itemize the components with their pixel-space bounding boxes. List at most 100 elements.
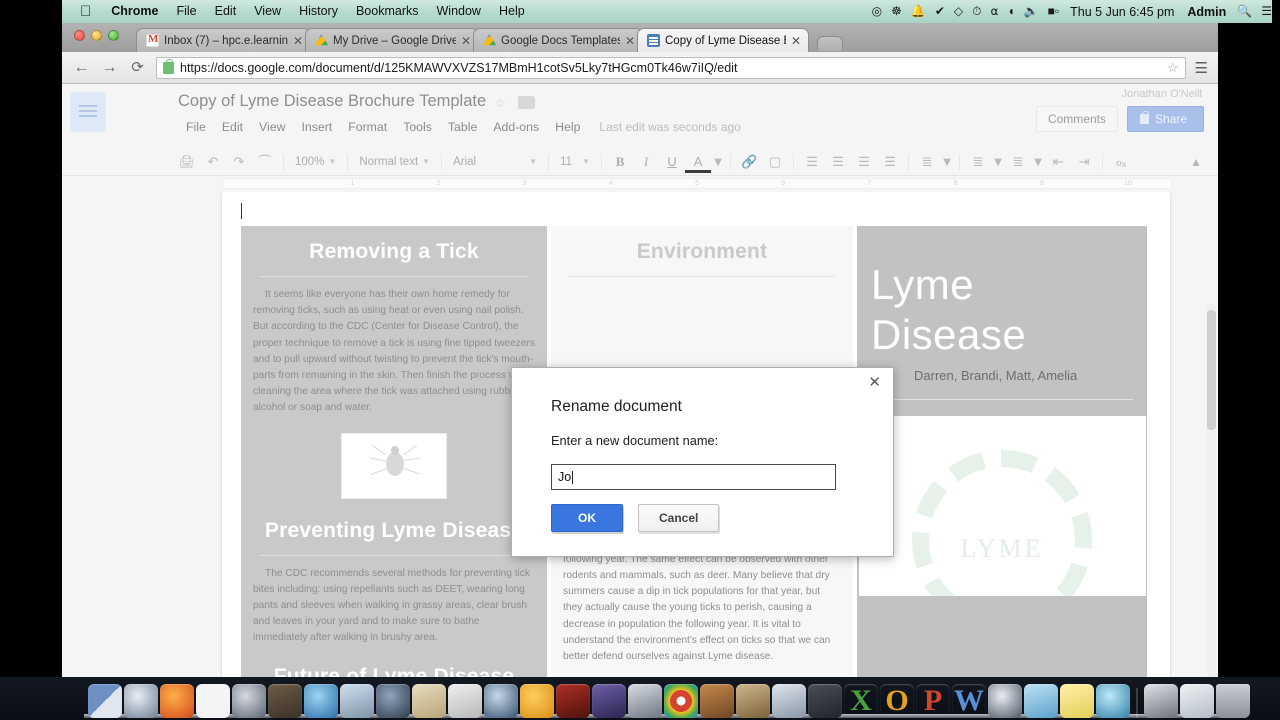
paragraph-style-selector[interactable]: Normal text ▼ xyxy=(353,156,436,168)
share-button[interactable]: Share xyxy=(1126,106,1204,132)
font-selector[interactable]: Arial ▼ xyxy=(447,156,543,168)
star-icon[interactable]: ☆ xyxy=(1167,60,1179,76)
chevron-down-icon[interactable]: ▼ xyxy=(1031,154,1045,169)
imovie-icon[interactable] xyxy=(592,684,626,718)
account-name[interactable]: Jonathan O'Neill xyxy=(1122,88,1202,100)
word-icon[interactable]: W xyxy=(952,684,986,718)
system-preferences-icon[interactable] xyxy=(988,684,1022,718)
close-icon[interactable]: ✕ xyxy=(791,34,801,48)
move-to-folder-icon[interactable] xyxy=(518,96,535,109)
align-left-icon[interactable]: ☰ xyxy=(799,154,825,170)
link-icon[interactable]: 🔗 xyxy=(736,154,762,170)
dvd-player-icon[interactable] xyxy=(232,684,266,718)
notification-center-icon[interactable]: ☰ xyxy=(1261,0,1272,23)
photo-booth-icon[interactable] xyxy=(736,684,770,718)
bulleted-list-icon[interactable]: ≣ xyxy=(1005,154,1031,170)
checkmark-icon[interactable]: ✔ xyxy=(935,0,945,23)
documents-stack-icon[interactable] xyxy=(1180,684,1214,718)
docs-menu-edit[interactable]: Edit xyxy=(214,118,251,136)
new-tab-button[interactable] xyxy=(817,36,843,51)
line-spacing-icon[interactable]: ≣ xyxy=(914,154,940,170)
close-icon[interactable]: ✕ xyxy=(625,34,635,48)
align-justify-icon[interactable]: ☰ xyxy=(877,154,903,170)
ibooks-icon[interactable] xyxy=(520,684,554,718)
cancel-button[interactable]: Cancel xyxy=(638,504,720,532)
maximize-window-button[interactable] xyxy=(108,30,119,41)
clear-formatting-icon[interactable]: ℴₓ xyxy=(1108,154,1134,170)
pages-alt-icon[interactable] xyxy=(808,684,842,718)
vertical-scrollbar-thumb[interactable] xyxy=(1207,310,1216,430)
decrease-indent-icon[interactable]: ⇤ xyxy=(1045,154,1071,170)
dropbox-icon[interactable]: ◇ xyxy=(954,0,963,23)
print-icon[interactable]: 🖨 xyxy=(174,154,200,170)
clock-icon[interactable]: ⏱ xyxy=(972,0,981,23)
menu-help[interactable]: Help xyxy=(490,0,534,23)
dashboard-icon[interactable] xyxy=(196,684,230,718)
docs-logo-icon[interactable] xyxy=(70,92,106,132)
chevron-down-icon[interactable]: ▼ xyxy=(711,154,725,169)
paint-format-icon[interactable]: ⏜ xyxy=(252,154,278,170)
ok-button[interactable]: OK xyxy=(551,504,623,532)
volume-icon[interactable]: 🔈 xyxy=(1024,0,1039,23)
menu-history[interactable]: History xyxy=(290,0,347,23)
reader-icon[interactable] xyxy=(556,684,590,718)
numbered-list-icon[interactable]: ≣ xyxy=(965,154,991,170)
back-icon[interactable]: ← xyxy=(72,59,91,76)
menubar-user[interactable]: Admin xyxy=(1185,5,1228,19)
dictionary-icon[interactable] xyxy=(412,684,446,718)
collapse-toolbar-icon[interactable]: ▲ xyxy=(1190,155,1202,169)
italic-button[interactable]: I xyxy=(633,154,659,170)
add-comment-icon[interactable]: ▢ xyxy=(762,154,788,170)
chrome-icon[interactable] xyxy=(664,684,698,718)
apple-logo-icon[interactable]:  xyxy=(78,0,102,23)
last-edit-status[interactable]: Last edit was seconds ago xyxy=(599,120,740,134)
docs-menu-addons[interactable]: Add-ons xyxy=(485,118,547,136)
docs-menu-table[interactable]: Table xyxy=(440,118,485,136)
timemachine-icon[interactable]: ☸ xyxy=(891,0,902,23)
wifi-icon[interactable]: ◖ xyxy=(1007,0,1014,23)
calculator-icon[interactable] xyxy=(448,684,482,718)
hamburger-menu-icon[interactable]: ☰ xyxy=(1195,59,1208,77)
chevron-down-icon[interactable]: ▼ xyxy=(991,154,1005,169)
zoom-selector[interactable]: 100% ▼ xyxy=(289,156,342,168)
close-window-button[interactable] xyxy=(74,30,85,41)
bell-icon[interactable]: 🔔 xyxy=(911,0,926,23)
search-icon[interactable]: 🔍 xyxy=(1237,0,1252,23)
document-name-input[interactable]: Jo xyxy=(551,464,836,490)
align-center-icon[interactable]: ☰ xyxy=(825,154,851,170)
undo-icon[interactable]: ↶ xyxy=(200,154,226,170)
docs-menu-file[interactable]: File xyxy=(178,118,214,136)
menu-chrome[interactable]: Chrome xyxy=(102,0,167,23)
font-size-selector[interactable]: 11 ▼ xyxy=(554,156,596,168)
scanner-icon[interactable] xyxy=(1144,684,1178,718)
docs-menu-view[interactable]: View xyxy=(251,118,293,136)
firefox-icon[interactable] xyxy=(160,684,194,718)
docs-menu-format[interactable]: Format xyxy=(340,118,395,136)
trash-icon[interactable] xyxy=(1216,684,1250,718)
reload-icon[interactable]: ⟳ xyxy=(128,60,147,75)
docs-ruler[interactable]: 1 2 3 4 5 6 7 8 9 10 xyxy=(62,176,1218,190)
itunes-icon[interactable] xyxy=(376,684,410,718)
contacts-icon[interactable] xyxy=(484,684,518,718)
safari-alt-icon[interactable] xyxy=(304,684,338,718)
outlook-icon[interactable]: O xyxy=(880,684,914,718)
stickies-icon[interactable] xyxy=(1060,684,1094,718)
preview-icon[interactable] xyxy=(340,684,374,718)
address-bar[interactable]: https://docs.google.com/document/d/125KM… xyxy=(156,56,1186,79)
align-right-icon[interactable]: ☰ xyxy=(851,154,877,170)
forward-icon[interactable]: → xyxy=(100,59,119,76)
text-color-button[interactable]: A xyxy=(685,154,712,173)
utilities-icon[interactable] xyxy=(268,684,302,718)
bold-button[interactable]: B xyxy=(607,154,633,170)
comments-button[interactable]: Comments xyxy=(1035,106,1118,132)
final-cut-icon[interactable] xyxy=(628,684,662,718)
numbers-alt-icon[interactable] xyxy=(772,684,806,718)
minimize-window-button[interactable] xyxy=(91,30,102,41)
launch-control-icon[interactable] xyxy=(124,684,158,718)
chevron-down-icon[interactable]: ▼ xyxy=(940,154,954,169)
garageband-icon[interactable] xyxy=(700,684,734,718)
bluetooth-icon[interactable]: ⍺ xyxy=(991,0,999,23)
close-icon[interactable]: ✕ xyxy=(461,34,471,48)
tab-inbox[interactable]: Inbox (7) – hpc.e.learning ✕ xyxy=(136,28,311,52)
menubar-clock[interactable]: Thu 5 Jun 6:45 pm xyxy=(1068,5,1176,19)
